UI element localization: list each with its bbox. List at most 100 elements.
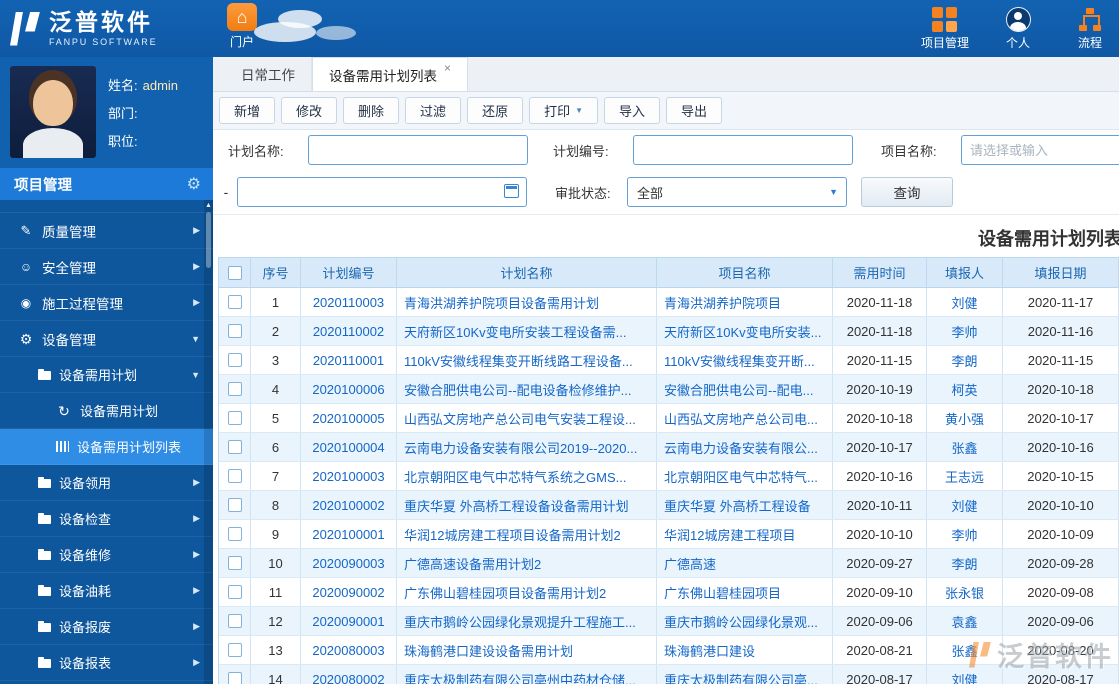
plan-name-link[interactable]: 110kV安徽线程集变开断线路工程设备...: [397, 346, 657, 374]
table-row[interactable]: 10 2020090003 广德高速设备需用计划2 广德高速 2020-09-2…: [219, 549, 1119, 578]
project-link[interactable]: 天府新区10Kv变电所安装...: [657, 317, 833, 345]
row-checkbox[interactable]: [228, 643, 242, 657]
sidebar-item-equipment-repair[interactable]: 设备维修▶: [0, 537, 213, 573]
sidebar-item-equipment-fuel[interactable]: 设备油耗▶: [0, 573, 213, 609]
plan-no-link[interactable]: 2020110002: [301, 317, 397, 345]
sidebar-item-equipment-check[interactable]: 设备检查▶: [0, 501, 213, 537]
table-row[interactable]: 6 2020100004 云南电力设备安装有限公司2019--2020... 云…: [219, 433, 1119, 462]
project-link[interactable]: 珠海鹤港口建设: [657, 636, 833, 664]
row-checkbox[interactable]: [228, 411, 242, 425]
plan-name-link[interactable]: 青海洪湖养护院项目设备需用计划: [397, 288, 657, 316]
reporter-link[interactable]: 刘健: [927, 288, 1003, 316]
project-link[interactable]: 重庆华夏 外高桥工程设备: [657, 491, 833, 519]
plan-no-link[interactable]: 2020090001: [301, 607, 397, 635]
reporter-link[interactable]: 柯英: [927, 375, 1003, 403]
edit-button[interactable]: 修改: [281, 97, 337, 124]
print-button[interactable]: 打印▼: [529, 97, 598, 124]
plan-no-link[interactable]: 2020100006: [301, 375, 397, 403]
reporter-link[interactable]: 黄小强: [927, 404, 1003, 432]
delete-button[interactable]: 删除: [343, 97, 399, 124]
column-header-plan-no[interactable]: 计划编号: [301, 258, 397, 287]
table-row[interactable]: 11 2020090002 广东佛山碧桂园项目设备需用计划2 广东佛山碧桂园项目…: [219, 578, 1119, 607]
row-checkbox[interactable]: [228, 440, 242, 454]
plan-name-link[interactable]: 天府新区10Kv变电所安装工程设备需...: [397, 317, 657, 345]
column-header-plan-name[interactable]: 计划名称: [397, 258, 657, 287]
plan-no-link[interactable]: 2020110001: [301, 346, 397, 374]
tab-daily-work[interactable]: 日常工作: [225, 57, 312, 91]
plan-no-link[interactable]: 2020080002: [301, 665, 397, 684]
gear-icon[interactable]: [187, 174, 201, 194]
plan-name-link[interactable]: 山西弘文房地产总公司电气安装工程设...: [397, 404, 657, 432]
plan-name-link[interactable]: 珠海鹤港口建设设备需用计划: [397, 636, 657, 664]
project-link[interactable]: 广东佛山碧桂园项目: [657, 578, 833, 606]
row-checkbox[interactable]: [228, 324, 242, 338]
sidebar-item-equipment-plan-list[interactable]: 设备需用计划列表: [0, 429, 213, 465]
plan-no-link[interactable]: 2020100002: [301, 491, 397, 519]
approval-status-select[interactable]: 全部: [627, 177, 847, 207]
reporter-link[interactable]: 李朗: [927, 549, 1003, 577]
reporter-link[interactable]: 袁鑫: [927, 607, 1003, 635]
scroll-up-icon[interactable]: [204, 202, 213, 209]
reporter-link[interactable]: 李帅: [927, 520, 1003, 548]
plan-no-link[interactable]: 2020090003: [301, 549, 397, 577]
add-button[interactable]: 新增: [219, 97, 275, 124]
sidebar-root-project-management[interactable]: 项目管理: [0, 168, 213, 200]
sidebar-item-equipment-plan[interactable]: 设备需用计划▼: [0, 357, 213, 393]
row-checkbox[interactable]: [228, 614, 242, 628]
row-checkbox[interactable]: [228, 469, 242, 483]
plan-name-link[interactable]: 安徽合肥供电公司--配电设备检修维护...: [397, 375, 657, 403]
project-link[interactable]: 山西弘文房地产总公司电...: [657, 404, 833, 432]
project-link[interactable]: 重庆太极制药有限公司亳...: [657, 665, 833, 684]
calendar-icon[interactable]: [504, 184, 519, 198]
plan-no-link[interactable]: 2020100005: [301, 404, 397, 432]
plan-name-link[interactable]: 重庆太极制药有限公司亳州中药材仓储...: [397, 665, 657, 684]
table-row[interactable]: 14 2020080002 重庆太极制药有限公司亳州中药材仓储... 重庆太极制…: [219, 665, 1119, 684]
project-link[interactable]: 华润12城房建工程项目: [657, 520, 833, 548]
scrollbar-thumb[interactable]: [206, 212, 211, 268]
reporter-link[interactable]: 张永银: [927, 578, 1003, 606]
restore-button[interactable]: 还原: [467, 97, 523, 124]
row-checkbox[interactable]: [228, 585, 242, 599]
table-row[interactable]: 4 2020100006 安徽合肥供电公司--配电设备检修维护... 安徽合肥供…: [219, 375, 1119, 404]
column-header-report-date[interactable]: 填报日期: [1003, 258, 1119, 287]
sidebar-item-equipment-scrap[interactable]: 设备报废▶: [0, 609, 213, 645]
row-checkbox[interactable]: [228, 556, 242, 570]
filter-button[interactable]: 过滤: [405, 97, 461, 124]
export-button[interactable]: 导出: [666, 97, 722, 124]
reporter-link[interactable]: 刘健: [927, 491, 1003, 519]
column-header-project[interactable]: 项目名称: [657, 258, 833, 287]
row-checkbox[interactable]: [228, 527, 242, 541]
reporter-link[interactable]: 李朗: [927, 346, 1003, 374]
close-icon[interactable]: [444, 62, 451, 74]
sidebar-item-construction-process[interactable]: 施工过程管理▶: [0, 285, 213, 321]
date-input[interactable]: [237, 177, 527, 207]
query-button[interactable]: 查询: [861, 177, 953, 207]
plan-name-input[interactable]: [308, 135, 528, 165]
column-header-seq[interactable]: 序号: [251, 258, 301, 287]
plan-name-link[interactable]: 重庆华夏 外高桥工程设备设备需用计划: [397, 491, 657, 519]
project-link[interactable]: 安徽合肥供电公司--配电...: [657, 375, 833, 403]
sidebar-item-equipment-borrow[interactable]: 设备领用▶: [0, 465, 213, 501]
project-link[interactable]: 北京朝阳区电气中芯特气...: [657, 462, 833, 490]
plan-no-link[interactable]: 2020110003: [301, 288, 397, 316]
project-link[interactable]: 云南电力设备安装有限公...: [657, 433, 833, 461]
nav-project-management[interactable]: 项目管理: [921, 7, 969, 51]
row-checkbox[interactable]: [228, 353, 242, 367]
import-button[interactable]: 导入: [604, 97, 660, 124]
table-row[interactable]: 8 2020100002 重庆华夏 外高桥工程设备设备需用计划 重庆华夏 外高桥…: [219, 491, 1119, 520]
portal-button[interactable]: 门户: [222, 3, 262, 50]
row-checkbox[interactable]: [228, 672, 242, 684]
sidebar-item-safety[interactable]: 安全管理▶: [0, 249, 213, 285]
row-checkbox[interactable]: [228, 295, 242, 309]
project-link[interactable]: 重庆市鹅岭公园绿化景观...: [657, 607, 833, 635]
sidebar-item-equipment-plan-form[interactable]: 设备需用计划: [0, 393, 213, 429]
plan-no-link[interactable]: 2020090002: [301, 578, 397, 606]
project-link[interactable]: 110kV安徽线程集变开断...: [657, 346, 833, 374]
reporter-link[interactable]: 刘健: [927, 665, 1003, 684]
plan-no-link[interactable]: 2020100003: [301, 462, 397, 490]
column-header-need-date[interactable]: 需用时间: [833, 258, 927, 287]
column-header-reporter[interactable]: 填报人: [927, 258, 1003, 287]
select-all-checkbox[interactable]: [228, 266, 242, 280]
nav-personal[interactable]: 个人: [995, 7, 1041, 51]
sidebar-item-equipment[interactable]: 设备管理▼: [0, 321, 213, 357]
